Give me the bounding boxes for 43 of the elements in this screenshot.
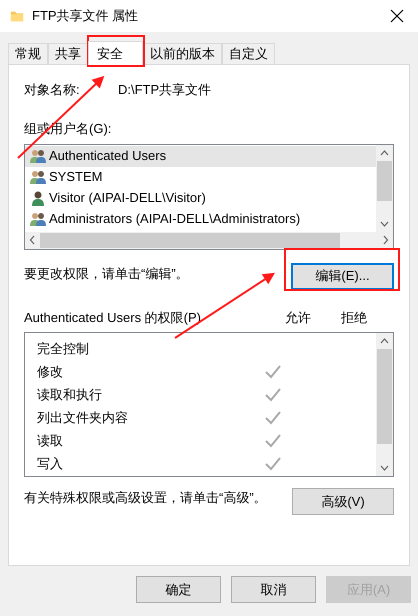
deny-header: 拒绝 — [340, 308, 368, 326]
permission-name: 修改 — [37, 362, 64, 381]
dialog-button[interactable]: 取消 — [231, 576, 316, 603]
permission-name: 读取和执行 — [37, 386, 103, 404]
allow-header: 允许 — [284, 308, 312, 326]
window-title: FTP共享文件 属性 — [32, 7, 138, 26]
scroll-left-icon[interactable] — [29, 235, 36, 245]
close-icon[interactable] — [390, 9, 404, 23]
tab[interactable]: 自定义 — [222, 43, 275, 64]
users-icon — [30, 211, 46, 227]
user-item[interactable]: SYSTEM — [25, 166, 376, 188]
object-name-value: D:\FTP共享文件 — [118, 81, 212, 100]
tab[interactable]: 共享 — [48, 43, 88, 64]
edit-button[interactable]: 编辑(E)... — [291, 262, 394, 290]
scroll-right-icon[interactable] — [382, 235, 389, 245]
user-item[interactable]: Administrators (AIPAI-DELL\Administrators) — [25, 208, 376, 230]
permission-name: 完全控制 — [37, 340, 90, 358]
permission-name: 读取 — [37, 432, 64, 450]
check-icon — [265, 388, 281, 402]
user-item[interactable]: Visitor (AIPAI-DELL\Visitor) — [25, 188, 376, 208]
tab[interactable]: 常规 — [8, 43, 48, 64]
vertical-scrollbar[interactable] — [376, 144, 393, 232]
check-icon — [265, 456, 281, 470]
permission-name: 列出文件夹内容 — [37, 408, 129, 427]
tab[interactable]: 安全 — [88, 41, 143, 65]
advanced-button[interactable]: 高级(V) — [292, 488, 394, 515]
advanced-hint: 有关特殊权限或高级设置，请单击“高级”。 — [24, 489, 267, 507]
check-icon — [265, 410, 281, 424]
folder-icon — [10, 9, 24, 23]
horizontal-scrollbar[interactable] — [25, 232, 393, 248]
user-item[interactable]: Authenticated Users — [25, 146, 376, 166]
users-icon — [30, 148, 46, 164]
user-icon — [30, 190, 46, 206]
check-icon — [265, 364, 281, 378]
check-icon — [265, 434, 281, 448]
users-icon — [30, 169, 46, 185]
tab[interactable]: 以前的版本 — [143, 43, 222, 64]
object-name-label: 对象名称: — [24, 81, 81, 100]
vertical-scrollbar[interactable] — [376, 333, 393, 476]
edit-hint: 要更改权限，请单击“编辑”。 — [24, 265, 189, 284]
permission-name: 写入 — [37, 454, 64, 473]
dialog-button[interactable]: 确定 — [136, 576, 221, 603]
highlight-box — [87, 35, 145, 67]
